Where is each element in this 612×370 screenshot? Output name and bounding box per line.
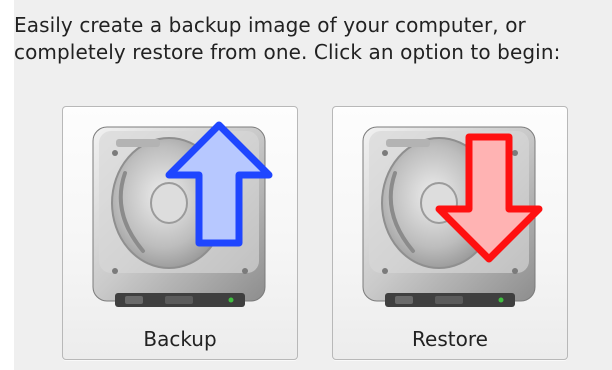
intro-line-2: completely restore from one. Click an op… <box>14 40 561 64</box>
restore-button[interactable]: Restore <box>332 106 568 360</box>
backup-button[interactable]: Backup <box>62 106 298 360</box>
restore-button-label: Restore <box>412 327 488 351</box>
restore-drive-down-arrow-icon <box>362 126 543 307</box>
backup-button-label: Backup <box>143 327 217 351</box>
backup-drive-up-arrow-icon <box>92 121 273 307</box>
intro-text: Easily create a backup image of your com… <box>14 12 604 66</box>
intro-line-1: Easily create a backup image of your com… <box>14 13 526 37</box>
